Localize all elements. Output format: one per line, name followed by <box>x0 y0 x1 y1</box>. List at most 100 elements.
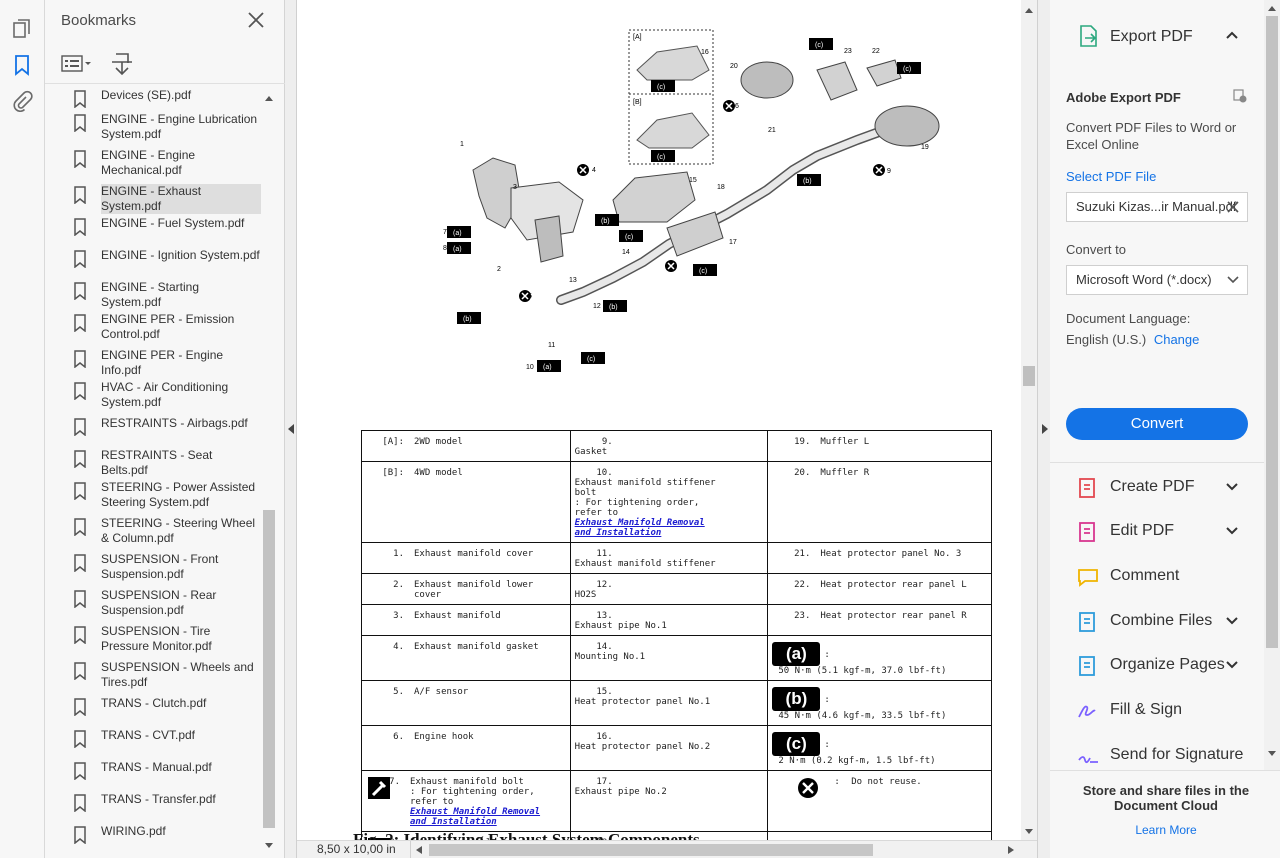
scroll-down-icon[interactable] <box>1267 750 1277 758</box>
attachments-icon[interactable] <box>11 90 33 112</box>
diagram-callout-7: 7 <box>443 229 447 236</box>
bookmark-item[interactable]: ENGINE - Starting System.pdf <box>67 280 261 310</box>
tool-create-pdf[interactable]: Create PDF <box>1050 468 1264 508</box>
left-panel-splitter[interactable] <box>285 0 297 858</box>
scrollbar-thumb[interactable] <box>263 510 275 828</box>
bookmark-item[interactable]: ENGINE - Engine Lubrication System.pdf <box>67 112 261 142</box>
part-description: Muffler R <box>820 468 870 478</box>
diagram-callout-2: 2 <box>497 266 501 273</box>
bookmark-item[interactable]: ENGINE - Engine Mechanical.pdf <box>67 148 261 178</box>
convert-button[interactable]: Convert <box>1066 408 1248 440</box>
chevron-down-icon[interactable] <box>1226 616 1238 626</box>
tool-edit-pdf[interactable]: Edit PDF <box>1050 512 1264 552</box>
selected-file-field[interactable]: Suzuki Kizas...ir Manual.pdf <box>1066 192 1248 222</box>
bookmark-item[interactable]: SUSPENSION - Front Suspension.pdf <box>67 552 261 582</box>
cloud-files-icon[interactable] <box>1232 88 1248 104</box>
removal-procedure-link[interactable]: Exhaust Manifold Removal and Installatio… <box>575 518 721 538</box>
chevron-down-icon[interactable] <box>1226 526 1238 536</box>
scroll-down-icon[interactable] <box>1024 828 1034 836</box>
tool-combine-files[interactable]: Combine Files <box>1050 602 1264 642</box>
export-pdf-header[interactable]: Export PDF <box>1050 16 1264 56</box>
scroll-up-icon[interactable] <box>1024 6 1034 14</box>
tool-organize-pages[interactable]: Organize Pages <box>1050 646 1264 686</box>
bookmark-item[interactable]: RESTRAINTS - Seat Belts.pdf <box>67 448 261 478</box>
bookmark-label: TRANS - Transfer.pdf <box>101 792 216 806</box>
table-row: 7. Exhaust manifold bolt: For tightening … <box>361 770 992 832</box>
tool-fill-sign[interactable]: Fill & Sign <box>1050 691 1264 731</box>
do-not-reuse-icon <box>723 100 735 112</box>
bookmark-item[interactable]: ENGINE PER - Emission Control.pdf <box>67 312 261 342</box>
bookmark-item[interactable]: ENGINE PER - Engine Info.pdf <box>67 348 261 378</box>
chevron-down-icon[interactable] <box>1226 482 1238 492</box>
bookmark-item[interactable]: SUSPENSION - Wheels and Tires.pdf <box>67 660 261 690</box>
horizontal-scrollbar-thumb[interactable] <box>429 844 873 856</box>
pages-icon[interactable] <box>11 18 33 40</box>
removal-procedure-link[interactable]: Exhaust Manifold Removal and Installatio… <box>410 807 556 827</box>
torque-mark-b: (b) <box>457 312 481 324</box>
bookmark-item[interactable]: TRANS - Manual.pdf <box>67 760 261 780</box>
part-number: 13. <box>596 611 613 621</box>
part-description: Heat protector rear panel R <box>820 611 967 621</box>
tools-pane-scrollbar[interactable] <box>1264 0 1280 770</box>
scroll-left-icon[interactable] <box>415 845 423 855</box>
options-menu-icon[interactable] <box>61 54 93 74</box>
bookmark-item[interactable]: RESTRAINTS - Airbags.pdf <box>67 416 261 436</box>
bookmark-item[interactable]: HVAC - Air Conditioning System.pdf <box>67 380 261 410</box>
scroll-up-icon[interactable] <box>264 94 274 102</box>
tool-comment[interactable]: Comment <box>1050 557 1264 597</box>
part-description: Exhaust manifold gasket <box>414 642 539 652</box>
bookmark-item[interactable]: ENGINE - Ignition System.pdf <box>67 248 261 268</box>
table-cell: 21. Heat protector panel No. 3 <box>767 542 992 574</box>
bookmarks-icon[interactable] <box>11 54 33 76</box>
right-panel-splitter[interactable] <box>1037 0 1050 858</box>
clear-file-icon[interactable] <box>1227 201 1239 213</box>
chevron-up-icon[interactable] <box>1226 30 1238 40</box>
bookmark-item[interactable]: TRANS - Clutch.pdf <box>67 696 261 716</box>
bookmark-scrollbar[interactable] <box>261 92 277 854</box>
bookmark-icon <box>74 150 86 168</box>
torque-mark-a: (a) <box>537 360 561 372</box>
bookmark-item[interactable]: SUSPENSION - Tire Pressure Monitor.pdf <box>67 624 261 654</box>
document-language-value: English (U.S.) <box>1066 332 1147 347</box>
do-not-reuse-icon <box>665 260 677 272</box>
scrollbar-thumb[interactable] <box>1266 16 1278 648</box>
scroll-up-icon[interactable] <box>1267 4 1277 12</box>
scroll-down-icon[interactable] <box>264 842 274 850</box>
torque-mark-b: (b) <box>595 214 619 226</box>
bookmark-label: STEERING - Power Assisted Steering Syste… <box>101 480 256 509</box>
do-not-reuse-icon <box>798 778 819 798</box>
tool-label: Combine Files <box>1110 612 1213 629</box>
collapse-left-icon[interactable] <box>287 423 295 435</box>
collapse-right-icon[interactable] <box>1041 423 1049 435</box>
bookmark-item[interactable]: ENGINE - Fuel System.pdf <box>67 216 261 236</box>
scrollbar-thumb[interactable] <box>1023 366 1035 386</box>
do-not-reuse-icon <box>873 164 885 176</box>
document-vertical-scrollbar[interactable] <box>1021 0 1037 840</box>
diagram-callout-11: 11 <box>548 342 555 349</box>
scroll-right-icon[interactable] <box>1007 845 1015 855</box>
bookmark-item[interactable]: STEERING - Steering Wheel & Column.pdf <box>67 516 261 546</box>
table-cell: 4. Exhaust manifold gasket <box>361 635 571 681</box>
select-pdf-file-label[interactable]: Select PDF File <box>1066 169 1250 184</box>
diagram-callout-6: 6 <box>735 103 739 110</box>
bookmark-item[interactable]: TRANS - CVT.pdf <box>67 728 261 748</box>
learn-more-link[interactable]: Learn More <box>1076 823 1256 837</box>
bookmark-item[interactable]: ENGINE - Exhaust System.pdf <box>67 184 261 214</box>
part-description: 45 N·m (4.6 kgf-m, 33.5 lbf-ft) <box>778 711 947 721</box>
bookmark-item[interactable]: TRANS - Transfer.pdf <box>67 792 261 812</box>
diagram-callout-17: 17 <box>729 239 737 246</box>
diagram-callout-1: 1 <box>460 141 464 148</box>
table-cell: [B]: 4WD model <box>361 461 571 543</box>
chevron-down-icon[interactable] <box>1226 660 1238 670</box>
bookmark-item[interactable]: WIRING.pdf <box>67 824 261 844</box>
bookmark-item[interactable]: Devices (SE).pdf <box>67 88 261 108</box>
part-number: [A]: <box>382 437 404 447</box>
convert-format-dropdown[interactable]: Microsoft Word (*.docx) <box>1066 265 1248 295</box>
change-language-link[interactable]: Change <box>1154 332 1200 347</box>
document-horizontal-bar: 8,50 x 10,00 in <box>297 840 1037 858</box>
bookmark-item[interactable]: STEERING - Power Assisted Steering Syste… <box>67 480 261 510</box>
close-icon[interactable] <box>246 10 266 30</box>
expand-bookmark-icon[interactable] <box>109 52 135 76</box>
bookmark-item[interactable]: SUSPENSION - Rear Suspension.pdf <box>67 588 261 618</box>
part-description: Heat protector panel No.1 <box>574 697 711 707</box>
